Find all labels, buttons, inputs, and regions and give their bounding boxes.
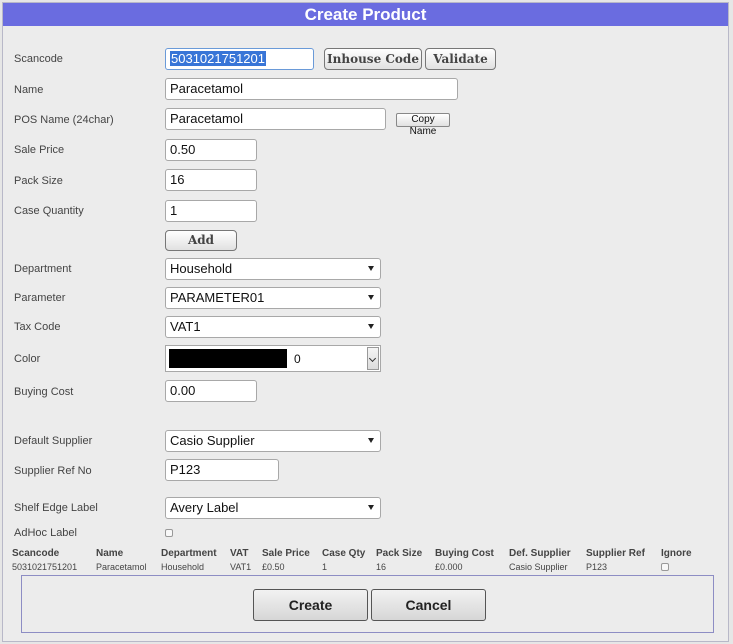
chevron-down-icon bbox=[368, 266, 374, 271]
buying-cost-input[interactable]: 0.00 bbox=[165, 380, 257, 402]
shelf-edge-label-label: Shelf Edge Label bbox=[14, 502, 98, 514]
supplier-ref-input[interactable]: P123 bbox=[165, 459, 279, 481]
default-supplier-label: Default Supplier bbox=[14, 435, 93, 447]
adhoc-label-label: AdHoc Label bbox=[14, 527, 77, 539]
color-picker[interactable]: 0 bbox=[165, 345, 381, 372]
table-header-buying-cost: Buying Cost bbox=[435, 548, 494, 559]
table-cell-def-supplier: Casio Supplier bbox=[509, 562, 568, 572]
table-cell-pack-size: 16 bbox=[376, 562, 387, 572]
table-cell-name: Paracetamol bbox=[96, 562, 147, 572]
pos-name-label: POS Name (24char) bbox=[14, 114, 114, 126]
pack-size-input[interactable]: 16 bbox=[165, 169, 257, 191]
department-label: Department bbox=[14, 263, 72, 275]
name-input[interactable]: Paracetamol bbox=[165, 78, 458, 100]
inhouse-code-button[interactable]: Inhouse Code bbox=[324, 48, 422, 70]
table-header-vat: VAT bbox=[230, 548, 249, 559]
table-header-def-supplier: Def. Supplier bbox=[509, 548, 571, 559]
table-cell-supplier-ref: P123 bbox=[586, 562, 608, 572]
color-dropdown-button[interactable] bbox=[367, 347, 379, 370]
department-select[interactable]: Household bbox=[165, 258, 381, 280]
ignore-checkbox[interactable] bbox=[661, 563, 669, 571]
table-header-sale-price: Sale Price bbox=[262, 548, 310, 559]
pack-size-label: Pack Size bbox=[14, 175, 63, 187]
scancode-label: Scancode bbox=[14, 53, 63, 65]
table-header-pack-size: Pack Size bbox=[376, 548, 423, 559]
chevron-down-icon bbox=[368, 295, 374, 300]
table-cell-scancode: 5031021751201 bbox=[12, 562, 78, 572]
shelf-edge-label-value: Avery Label bbox=[170, 500, 239, 515]
tax-code-select[interactable]: VAT1 bbox=[165, 316, 381, 338]
table-header-name: Name bbox=[96, 548, 124, 559]
parameter-value: PARAMETER01 bbox=[170, 290, 265, 305]
case-quantity-input[interactable]: 1 bbox=[165, 200, 257, 222]
color-value: 0 bbox=[294, 352, 301, 366]
scancode-value: 5031021751201 bbox=[170, 51, 266, 66]
department-value: Household bbox=[170, 261, 233, 276]
buying-cost-label: Buying Cost bbox=[14, 386, 74, 398]
dialog-title: Create Product bbox=[3, 3, 728, 26]
case-quantity-label: Case Quantity bbox=[14, 205, 84, 217]
table-cell-case-qty: 1 bbox=[322, 562, 328, 572]
color-label: Color bbox=[14, 353, 41, 365]
adhoc-label-checkbox[interactable] bbox=[165, 529, 173, 537]
copy-name-button[interactable]: Copy Name bbox=[396, 113, 450, 137]
default-supplier-select[interactable]: Casio Supplier bbox=[165, 430, 381, 452]
chevron-down-icon bbox=[368, 438, 374, 443]
parameter-select[interactable]: PARAMETER01 bbox=[165, 287, 381, 309]
table-header-scancode: Scancode bbox=[12, 548, 60, 559]
add-button[interactable]: Add bbox=[165, 230, 237, 251]
table-cell-vat: VAT1 bbox=[230, 562, 252, 572]
pos-name-input[interactable]: Paracetamol bbox=[165, 108, 386, 130]
chevron-down-icon bbox=[368, 505, 374, 510]
shelf-edge-label-select[interactable]: Avery Label bbox=[165, 497, 381, 519]
chevron-down-icon bbox=[368, 324, 374, 329]
table-header-department: Department bbox=[161, 548, 217, 559]
default-supplier-value: Casio Supplier bbox=[170, 433, 255, 448]
table-header-supplier-ref: Supplier Ref bbox=[586, 548, 645, 559]
scancode-input[interactable]: 5031021751201 bbox=[165, 48, 314, 70]
color-swatch bbox=[169, 349, 287, 368]
cancel-button[interactable]: Cancel bbox=[371, 589, 486, 621]
tax-code-label: Tax Code bbox=[14, 321, 61, 333]
table-cell-sale-price: £0.50 bbox=[262, 562, 285, 572]
tax-code-value: VAT1 bbox=[170, 319, 201, 334]
table-header-case-qty: Case Qty bbox=[322, 548, 366, 559]
name-label: Name bbox=[14, 84, 44, 96]
sale-price-label: Sale Price bbox=[14, 144, 65, 156]
validate-button[interactable]: Validate bbox=[425, 48, 496, 70]
table-cell-department: Household bbox=[161, 562, 205, 572]
parameter-label: Parameter bbox=[14, 292, 66, 304]
create-button[interactable]: Create bbox=[253, 589, 368, 621]
table-header-ignore: Ignore bbox=[661, 548, 692, 559]
sale-price-input[interactable]: 0.50 bbox=[165, 139, 257, 161]
table-cell-buying-cost: £0.000 bbox=[435, 562, 463, 572]
supplier-ref-label: Supplier Ref No bbox=[14, 465, 92, 477]
